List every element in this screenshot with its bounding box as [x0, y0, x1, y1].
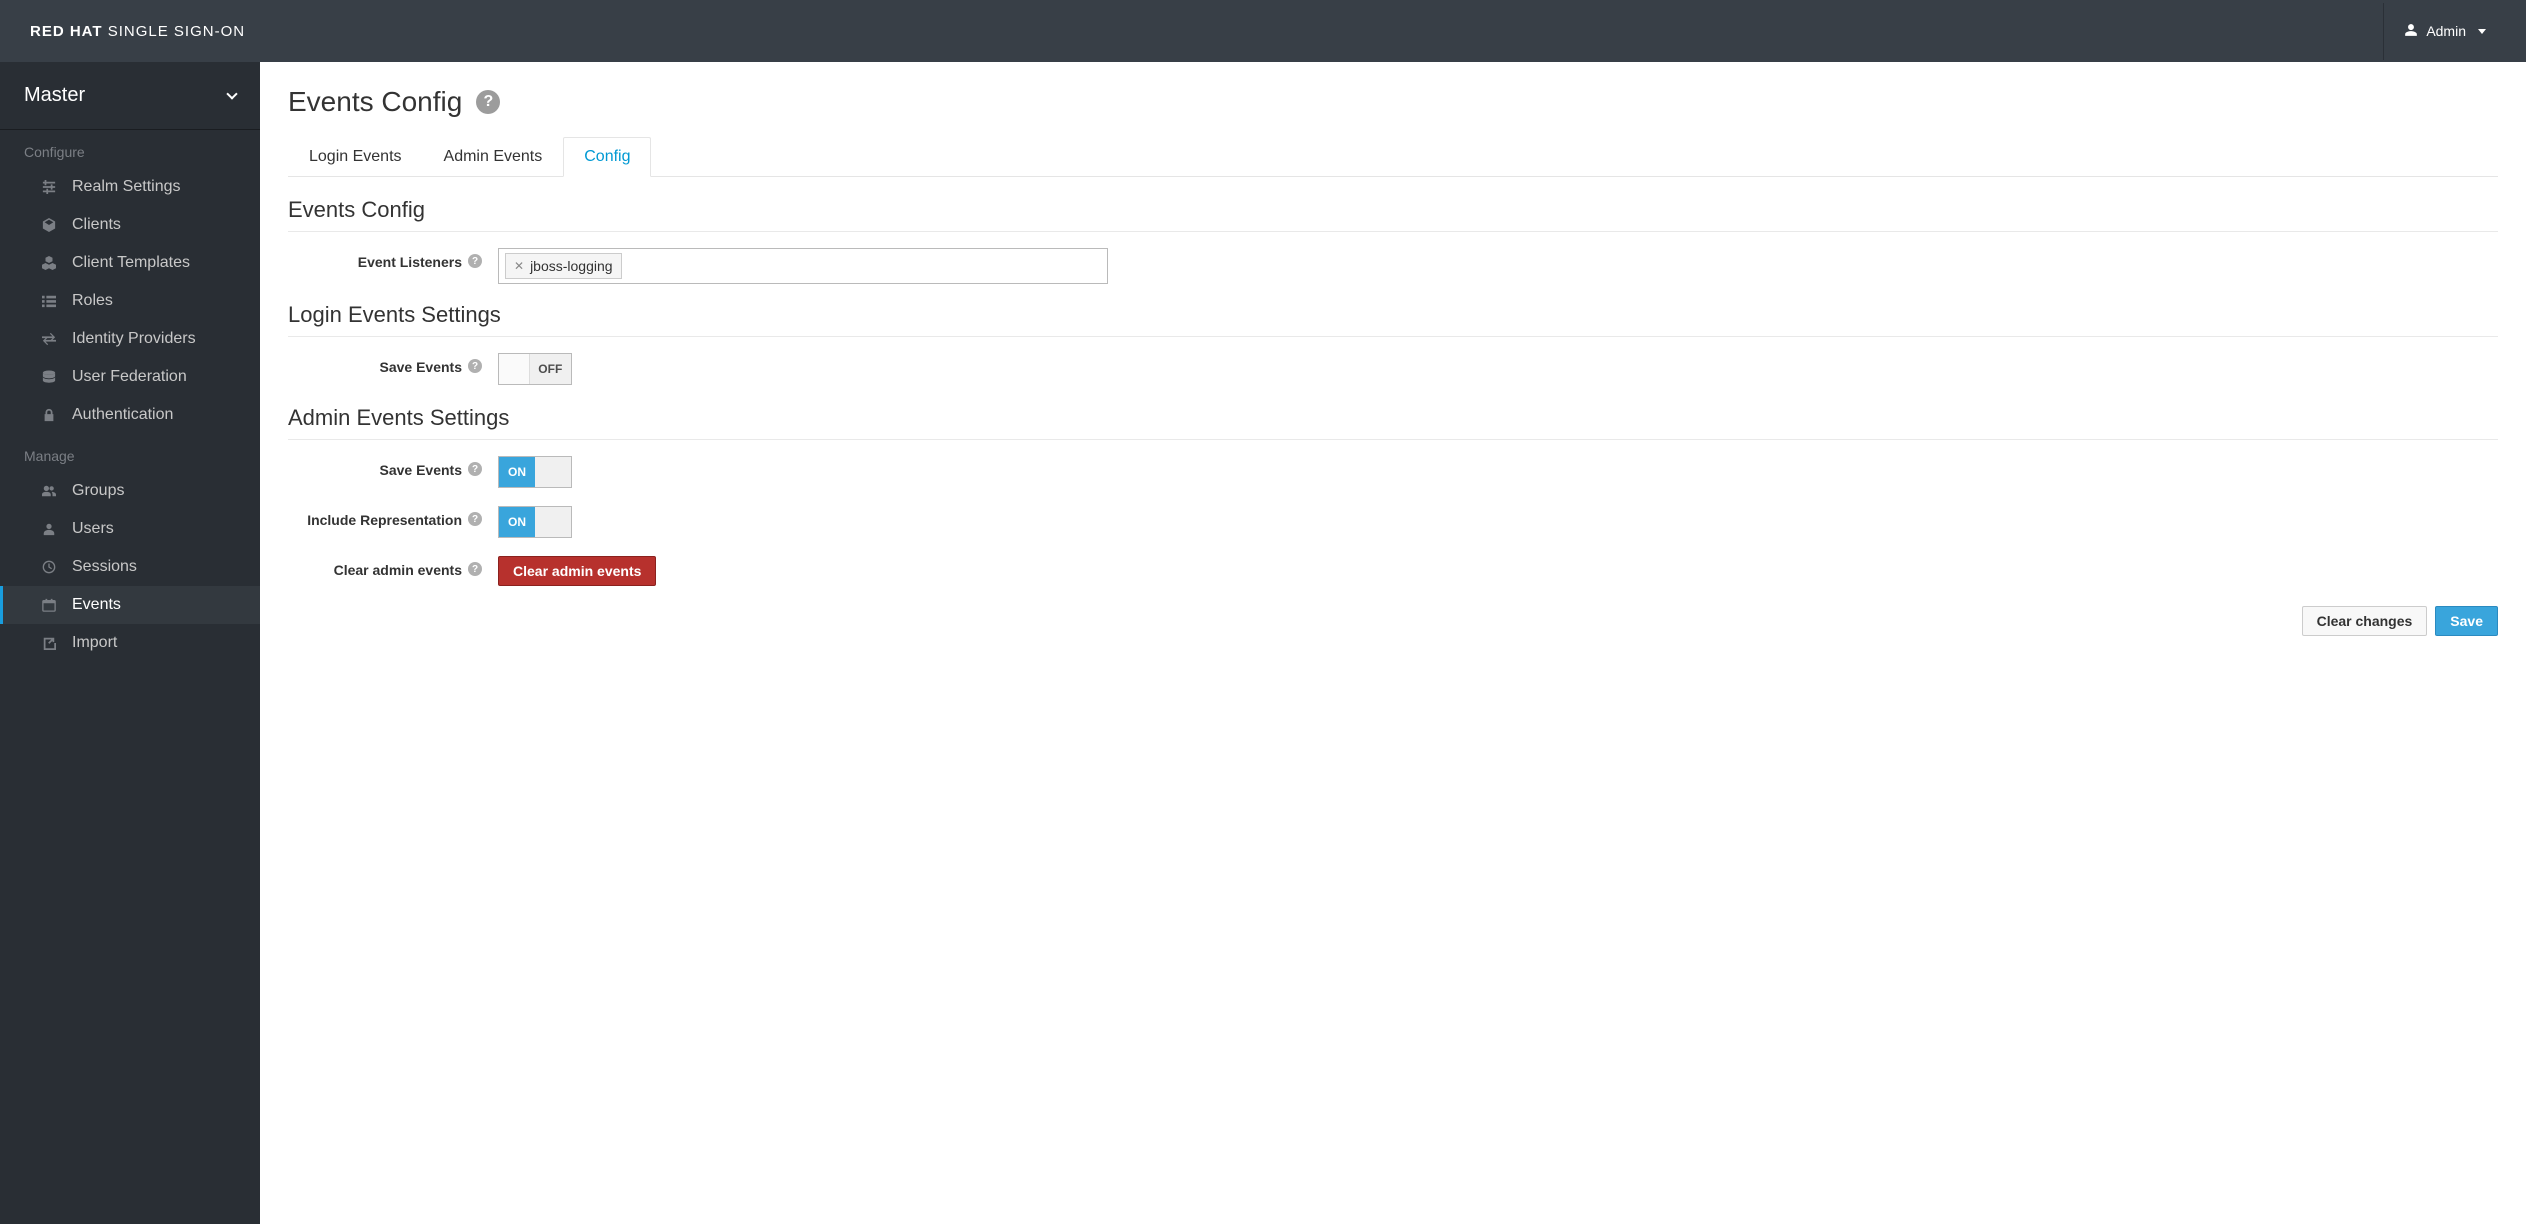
sidebar-item-groups[interactable]: Groups	[0, 472, 260, 510]
main-content: Events Config ? Login Events Admin Event…	[260, 62, 2526, 1224]
tab-config[interactable]: Config	[563, 137, 651, 177]
toggle-off-handle	[535, 457, 571, 487]
topbar: RED HAT SINGLE SIGN-ON Admin	[0, 0, 2526, 62]
sidebar-item-label: User Federation	[72, 368, 187, 386]
sidebar-item-label: Client Templates	[72, 254, 190, 272]
login-save-events-toggle[interactable]: OFF	[498, 353, 572, 385]
sidebar-item-label: Import	[72, 634, 117, 652]
sidebar-item-label: Roles	[72, 292, 113, 310]
admin-save-events-toggle[interactable]: ON	[498, 456, 572, 488]
clock-icon	[40, 560, 58, 574]
list-icon	[40, 294, 58, 308]
brand-rest: SINGLE SIGN-ON	[108, 23, 245, 40]
include-representation-toggle[interactable]: ON	[498, 506, 572, 538]
section-events-config: Events Config	[288, 197, 2498, 232]
sidebar-item-label: Events	[72, 596, 121, 614]
clear-changes-button[interactable]: Clear changes	[2302, 606, 2428, 636]
toggle-on-label: ON	[499, 457, 535, 487]
section-login-events: Login Events Settings	[288, 302, 2498, 337]
calendar-icon	[40, 598, 58, 612]
admin-save-events-label: Save Events ?	[288, 456, 498, 478]
help-icon[interactable]: ?	[468, 462, 482, 476]
remove-tag-icon[interactable]: ✕	[514, 259, 524, 273]
caret-down-icon	[2478, 29, 2486, 34]
sidebar-item-label: Clients	[72, 216, 121, 234]
nav-section-manage: Manage	[0, 434, 260, 472]
login-save-events-label: Save Events ?	[288, 353, 498, 375]
help-icon[interactable]: ?	[468, 562, 482, 576]
toggle-off-label: OFF	[530, 354, 571, 384]
sidebar-item-identity-providers[interactable]: Identity Providers	[0, 320, 260, 358]
help-icon[interactable]: ?	[468, 359, 482, 373]
cube-icon	[40, 218, 58, 232]
sidebar-item-user-federation[interactable]: User Federation	[0, 358, 260, 396]
users-icon	[40, 484, 58, 498]
exchange-icon	[40, 332, 58, 346]
help-icon[interactable]: ?	[476, 90, 500, 114]
chevron-down-icon	[226, 88, 237, 99]
page-title-text: Events Config	[288, 86, 462, 118]
brand-logo: RED HAT SINGLE SIGN-ON	[30, 23, 245, 40]
user-name: Admin	[2426, 23, 2466, 39]
sidebar-item-roles[interactable]: Roles	[0, 282, 260, 320]
realm-name: Master	[24, 84, 85, 107]
nav-section-configure: Configure	[0, 130, 260, 168]
sidebar-item-label: Realm Settings	[72, 178, 181, 196]
include-representation-label: Include Representation ?	[288, 506, 498, 528]
sidebar-item-label: Users	[72, 520, 114, 538]
brand-bold: RED HAT	[30, 23, 103, 40]
toggle-on-label: ON	[499, 507, 535, 537]
tab-login-events[interactable]: Login Events	[288, 137, 423, 177]
user-icon	[40, 522, 58, 536]
page-title: Events Config ?	[288, 86, 2498, 118]
sidebar-item-label: Groups	[72, 482, 124, 500]
lock-icon	[40, 408, 58, 422]
event-listeners-input[interactable]: ✕ jboss-logging	[498, 248, 1108, 284]
tabs: Login Events Admin Events Config	[288, 136, 2498, 177]
clear-admin-events-label: Clear admin events ?	[288, 556, 498, 578]
sidebar-item-users[interactable]: Users	[0, 510, 260, 548]
section-admin-events: Admin Events Settings	[288, 405, 2498, 440]
sidebar-item-events[interactable]: Events	[0, 586, 260, 624]
event-listeners-label: Event Listeners ?	[288, 248, 498, 270]
toggle-on-handle	[499, 354, 530, 384]
user-menu[interactable]: Admin	[2383, 3, 2506, 60]
import-icon	[40, 636, 58, 650]
sidebar: Master Configure Realm Settings Clients …	[0, 62, 260, 1224]
sidebar-item-import[interactable]: Import	[0, 624, 260, 662]
tab-admin-events[interactable]: Admin Events	[423, 137, 564, 177]
event-listener-tag: ✕ jboss-logging	[505, 253, 622, 279]
sidebar-item-authentication[interactable]: Authentication	[0, 396, 260, 434]
sidebar-item-client-templates[interactable]: Client Templates	[0, 244, 260, 282]
user-icon	[2404, 23, 2418, 40]
help-icon[interactable]: ?	[468, 254, 482, 268]
sliders-icon	[40, 180, 58, 194]
sidebar-item-label: Identity Providers	[72, 330, 196, 348]
toggle-off-handle	[535, 507, 571, 537]
sidebar-item-label: Authentication	[72, 406, 173, 424]
realm-selector[interactable]: Master	[0, 62, 260, 130]
sidebar-item-realm-settings[interactable]: Realm Settings	[0, 168, 260, 206]
help-icon[interactable]: ?	[468, 512, 482, 526]
sidebar-item-clients[interactable]: Clients	[0, 206, 260, 244]
cubes-icon	[40, 256, 58, 270]
sidebar-item-label: Sessions	[72, 558, 137, 576]
save-button[interactable]: Save	[2435, 606, 2498, 636]
form-actions: Clear changes Save	[288, 606, 2498, 636]
tag-label: jboss-logging	[530, 258, 613, 274]
database-icon	[40, 370, 58, 384]
clear-admin-events-button[interactable]: Clear admin events	[498, 556, 656, 586]
sidebar-item-sessions[interactable]: Sessions	[0, 548, 260, 586]
